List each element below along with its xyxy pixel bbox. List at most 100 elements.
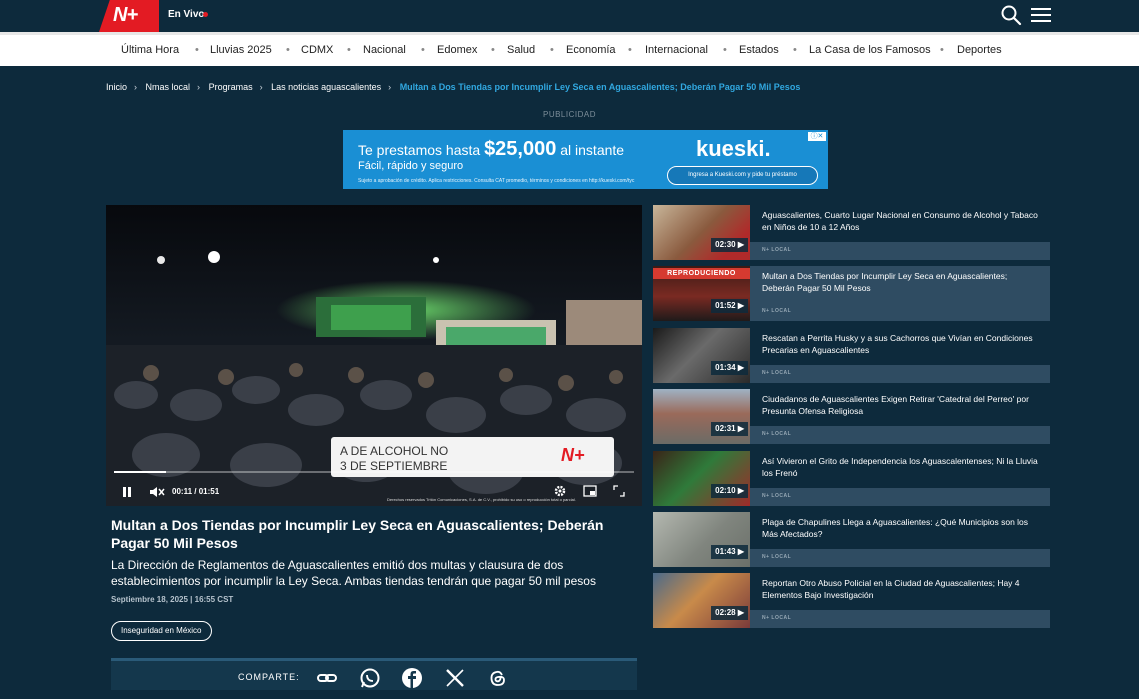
breadcrumb-item[interactable]: Las noticias aguascalientes <box>271 82 381 92</box>
live-dot-icon <box>203 12 208 17</box>
duration-badge: 02:10 ▶ <box>711 484 748 498</box>
category-label: N+ LOCAL <box>762 370 792 376</box>
link-icon[interactable] <box>316 667 338 689</box>
x-icon[interactable] <box>444 667 466 689</box>
nav-item-salud[interactable]: Salud <box>507 44 535 56</box>
breadcrumb: Inicio › Nmas local › Programas › Las notic… <box>106 82 803 92</box>
related-video-item[interactable]: 02:28 ▶ Reportan Otro Abuso Policial en … <box>653 573 1050 628</box>
nav-item-nacional[interactable]: Nacional <box>363 44 406 56</box>
duration-badge: 02:30 ▶ <box>711 238 748 252</box>
related-video-title[interactable]: Rescatan a Perrita Husky y a sus Cachorr… <box>762 332 1042 356</box>
video-time: 00:11 / 01:51 <box>172 487 220 496</box>
related-video-item[interactable]: 02:30 ▶ Aguascalientes, Cuarto Lugar Nac… <box>653 205 1050 260</box>
video-duration: 01:51 <box>198 487 220 496</box>
hamburger-menu-icon[interactable] <box>1030 6 1052 24</box>
ad-headline: Te prestamos hasta $25,000 al instante <box>358 138 624 161</box>
fullscreen-icon[interactable] <box>612 484 626 498</box>
whatsapp-icon[interactable] <box>359 667 381 689</box>
nav-item-economia[interactable]: Economía <box>566 44 616 56</box>
related-video-title[interactable]: Multan a Dos Tiendas por Incumplir Ley S… <box>762 270 1042 294</box>
breadcrumb-item[interactable]: Programas <box>209 82 253 92</box>
category-strip: N+ LOCAL <box>750 242 1050 260</box>
topic-tag[interactable]: Inseguridad en México <box>111 621 212 641</box>
nav-item-lluvias-2025[interactable]: Lluvias 2025 <box>210 44 272 56</box>
lower-third-logo: N+ <box>561 445 585 465</box>
nav-separator: • <box>491 44 495 56</box>
video-thumbnail[interactable]: 02:31 ▶ <box>653 389 750 444</box>
nav-separator: • <box>628 44 632 56</box>
ad-label: PUBLICIDAD <box>542 110 596 119</box>
ad-headline-suffix: al instante <box>560 142 625 158</box>
threads-icon[interactable] <box>487 667 509 689</box>
related-video-body: Ciudadanos de Aguascalientes Exigen Reti… <box>750 389 1050 444</box>
nav-separator: • <box>195 44 199 56</box>
related-video-body: Reportan Otro Abuso Policial en la Ciuda… <box>750 573 1050 628</box>
nav-item-deportes[interactable]: Deportes <box>957 44 1002 56</box>
category-label: N+ LOCAL <box>762 247 792 253</box>
duration-text: 01:34 <box>715 363 736 372</box>
related-video-title[interactable]: Ciudadanos de Aguascalientes Exigen Reti… <box>762 393 1042 417</box>
duration-text: 01:43 <box>715 547 736 556</box>
kueski-logo: kueski. <box>696 136 771 161</box>
search-icon[interactable] <box>1000 4 1022 26</box>
breadcrumb-item[interactable]: Inicio <box>106 82 127 92</box>
live-link[interactable]: En Vivo <box>168 9 205 20</box>
chevron-right-icon: › <box>134 82 138 92</box>
chevron-right-icon: › <box>388 82 392 92</box>
ad-headline-amount: $25,000 <box>484 138 557 160</box>
nmas-logo[interactable]: N+ <box>99 0 159 32</box>
category-label: N+ LOCAL <box>762 554 792 560</box>
video-thumbnail[interactable]: 02:10 ▶ <box>653 451 750 506</box>
category-strip: N+ LOCAL <box>750 303 1050 321</box>
ad-cta-button[interactable]: Ingresa a Kueski.com y pide tu préstamo <box>667 166 818 185</box>
chevron-right-icon: › <box>197 82 201 92</box>
video-thumbnail[interactable]: 01:34 ▶ <box>653 328 750 383</box>
lower-third-line: A DE ALCOHOL NO <box>340 444 449 458</box>
nav-separator: • <box>550 44 554 56</box>
video-thumbnail[interactable]: 01:43 ▶ <box>653 512 750 567</box>
related-video-title[interactable]: Así Vivieron el Grito de Independencia l… <box>762 455 1042 479</box>
category-strip: N+ LOCAL <box>750 426 1050 444</box>
nav-item-ultima-hora[interactable]: Última Hora <box>121 44 179 56</box>
related-video-title[interactable]: Plaga de Chapulines Llega a Aguascalient… <box>762 516 1042 540</box>
related-video-item[interactable]: 01:43 ▶ Plaga de Chapulines Llega a Agua… <box>653 512 1050 567</box>
video-thumbnail[interactable]: 02:30 ▶ <box>653 205 750 260</box>
mute-icon[interactable] <box>148 485 166 499</box>
related-video-title[interactable]: Reportan Otro Abuso Policial en la Ciuda… <box>762 577 1042 601</box>
kueski-ad-banner[interactable]: Te prestamos hasta $25,000 al instante F… <box>343 130 828 189</box>
related-video-title[interactable]: Aguascalientes, Cuarto Lugar Nacional en… <box>762 209 1042 233</box>
article-date: Septiembre 18, 2025 | 16:55 CST <box>111 595 234 604</box>
nav-item-edomex[interactable]: Edomex <box>437 44 477 56</box>
nav-item-estados[interactable]: Estados <box>739 44 779 56</box>
related-video-item[interactable]: 01:34 ▶ Rescatan a Perrita Husky y a sus… <box>653 328 1050 383</box>
article-title: Multan a Dos Tiendas por Incumplir Ley S… <box>111 517 604 551</box>
related-video-item-active[interactable]: REPRODUCIENDO 01:52 ▶ Multan a Dos Tiend… <box>653 266 1050 321</box>
play-icon: ▶ <box>737 363 744 372</box>
related-video-body: Rescatan a Perrita Husky y a sus Cachorr… <box>750 328 1050 383</box>
facebook-icon[interactable] <box>401 667 423 689</box>
nav-item-cdmx[interactable]: CDMX <box>301 44 333 56</box>
category-label: N+ LOCAL <box>762 493 792 499</box>
duration-text: 02:28 <box>715 608 736 617</box>
nav-item-la-casa-de-los-famosos[interactable]: La Casa de los Famosos <box>809 44 931 56</box>
breadcrumb-item[interactable]: Nmas local <box>146 82 191 92</box>
video-thumbnail[interactable]: 02:28 ▶ <box>653 573 750 628</box>
nav-separator: • <box>940 44 944 56</box>
nav-item-internacional[interactable]: Internacional <box>645 44 708 56</box>
duration-badge: 01:52 ▶ <box>711 299 748 313</box>
nav-separator: • <box>286 44 290 56</box>
video-progress-bar[interactable] <box>114 471 634 473</box>
video-thumbnail[interactable]: REPRODUCIENDO 01:52 ▶ <box>653 266 750 321</box>
ad-choices-icon[interactable]: ⓘ✕ <box>808 132 826 141</box>
duration-text: 02:10 <box>715 486 736 495</box>
pause-icon[interactable] <box>120 485 134 499</box>
related-video-item[interactable]: 02:10 ▶ Así Vivieron el Grito de Indepen… <box>653 451 1050 506</box>
article-description: La Dirección de Reglamentos de Aguascali… <box>111 558 596 588</box>
picture-in-picture-icon[interactable] <box>583 484 597 498</box>
nav-separator: • <box>347 44 351 56</box>
settings-gear-icon[interactable] <box>553 484 567 498</box>
share-label: COMPARTE: <box>238 672 300 682</box>
ad-subline: Fácil, rápido y seguro <box>358 160 464 172</box>
related-video-item[interactable]: 02:31 ▶ Ciudadanos de Aguascalientes Exi… <box>653 389 1050 444</box>
related-video-body: Aguascalientes, Cuarto Lugar Nacional en… <box>750 205 1050 260</box>
